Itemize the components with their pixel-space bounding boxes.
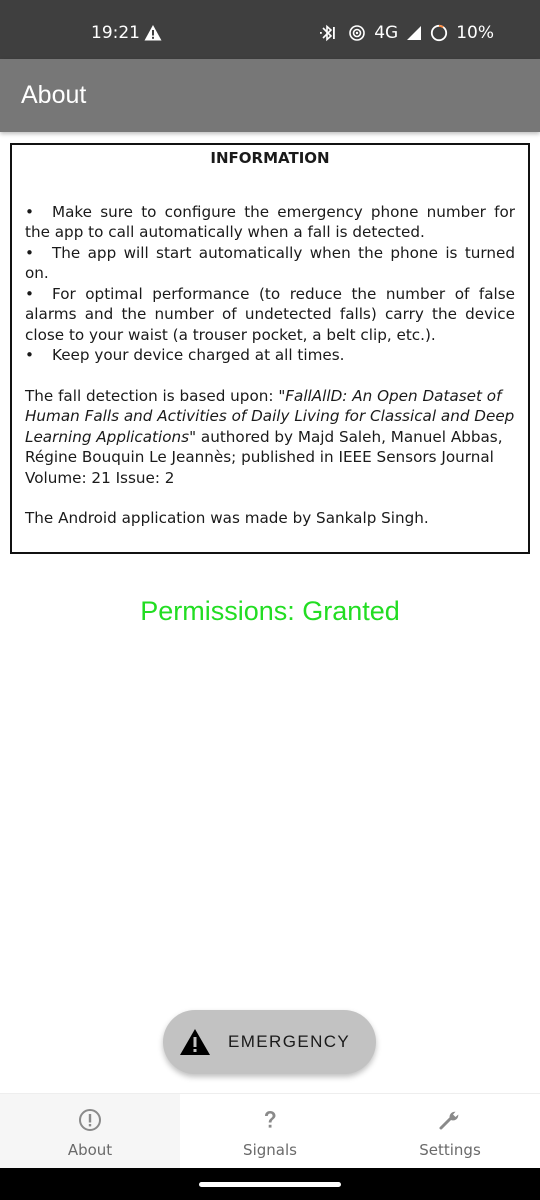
tips-list: • Make sure to configure the emergency ph… bbox=[25, 202, 515, 366]
list-item: • The app will start automatically when t… bbox=[25, 243, 515, 283]
bluetooth-icon bbox=[320, 24, 336, 42]
bottom-navigation: About Signals Settings bbox=[0, 1093, 540, 1169]
information-title: INFORMATION bbox=[210, 149, 330, 167]
status-icons: 4G 10% bbox=[318, 23, 494, 43]
system-navigation-bar bbox=[0, 1168, 540, 1200]
info-icon bbox=[79, 1109, 101, 1131]
battery-percent: 10% bbox=[456, 23, 494, 43]
list-item: • Make sure to configure the emergency ph… bbox=[25, 202, 515, 242]
paper-reference: The fall detection is based upon: "FallA… bbox=[25, 386, 515, 487]
nav-item-about[interactable]: About bbox=[0, 1094, 180, 1169]
list-item: • Keep your device charged at all times. bbox=[25, 346, 345, 364]
battery-icon bbox=[431, 24, 448, 42]
emergency-label: EMERGENCY bbox=[228, 1032, 351, 1051]
nav-label-signals: Signals bbox=[243, 1141, 297, 1159]
information-panel: INFORMATION • Make sure to configure the … bbox=[10, 143, 530, 554]
status-bar: 19:21 4G 10% bbox=[0, 0, 540, 59]
nav-label-about: About bbox=[67, 1141, 113, 1159]
nav-item-signals[interactable]: Signals bbox=[180, 1094, 360, 1169]
app-credit: The Android application was made by Sank… bbox=[25, 509, 429, 527]
home-gesture-handle[interactable] bbox=[199, 1182, 341, 1187]
question-icon bbox=[265, 1111, 276, 1128]
nav-item-settings[interactable]: Settings bbox=[360, 1094, 540, 1169]
permissions-status: Permissions: Granted bbox=[140, 596, 400, 626]
alert-icon bbox=[144, 25, 162, 41]
wrench-icon bbox=[439, 1111, 459, 1130]
signal-icon bbox=[407, 26, 422, 40]
list-item: • For optimal performance (to reduce the … bbox=[25, 284, 515, 344]
warning-icon bbox=[180, 1029, 210, 1055]
nav-label-settings: Settings bbox=[419, 1141, 481, 1159]
status-time: 19:21 bbox=[91, 23, 140, 43]
emergency-button[interactable]: EMERGENCY bbox=[163, 1010, 376, 1074]
app-bar: About bbox=[0, 59, 540, 132]
page-title: About bbox=[21, 81, 87, 109]
network-type: 4G bbox=[374, 23, 399, 43]
hotspot-icon bbox=[349, 25, 366, 41]
